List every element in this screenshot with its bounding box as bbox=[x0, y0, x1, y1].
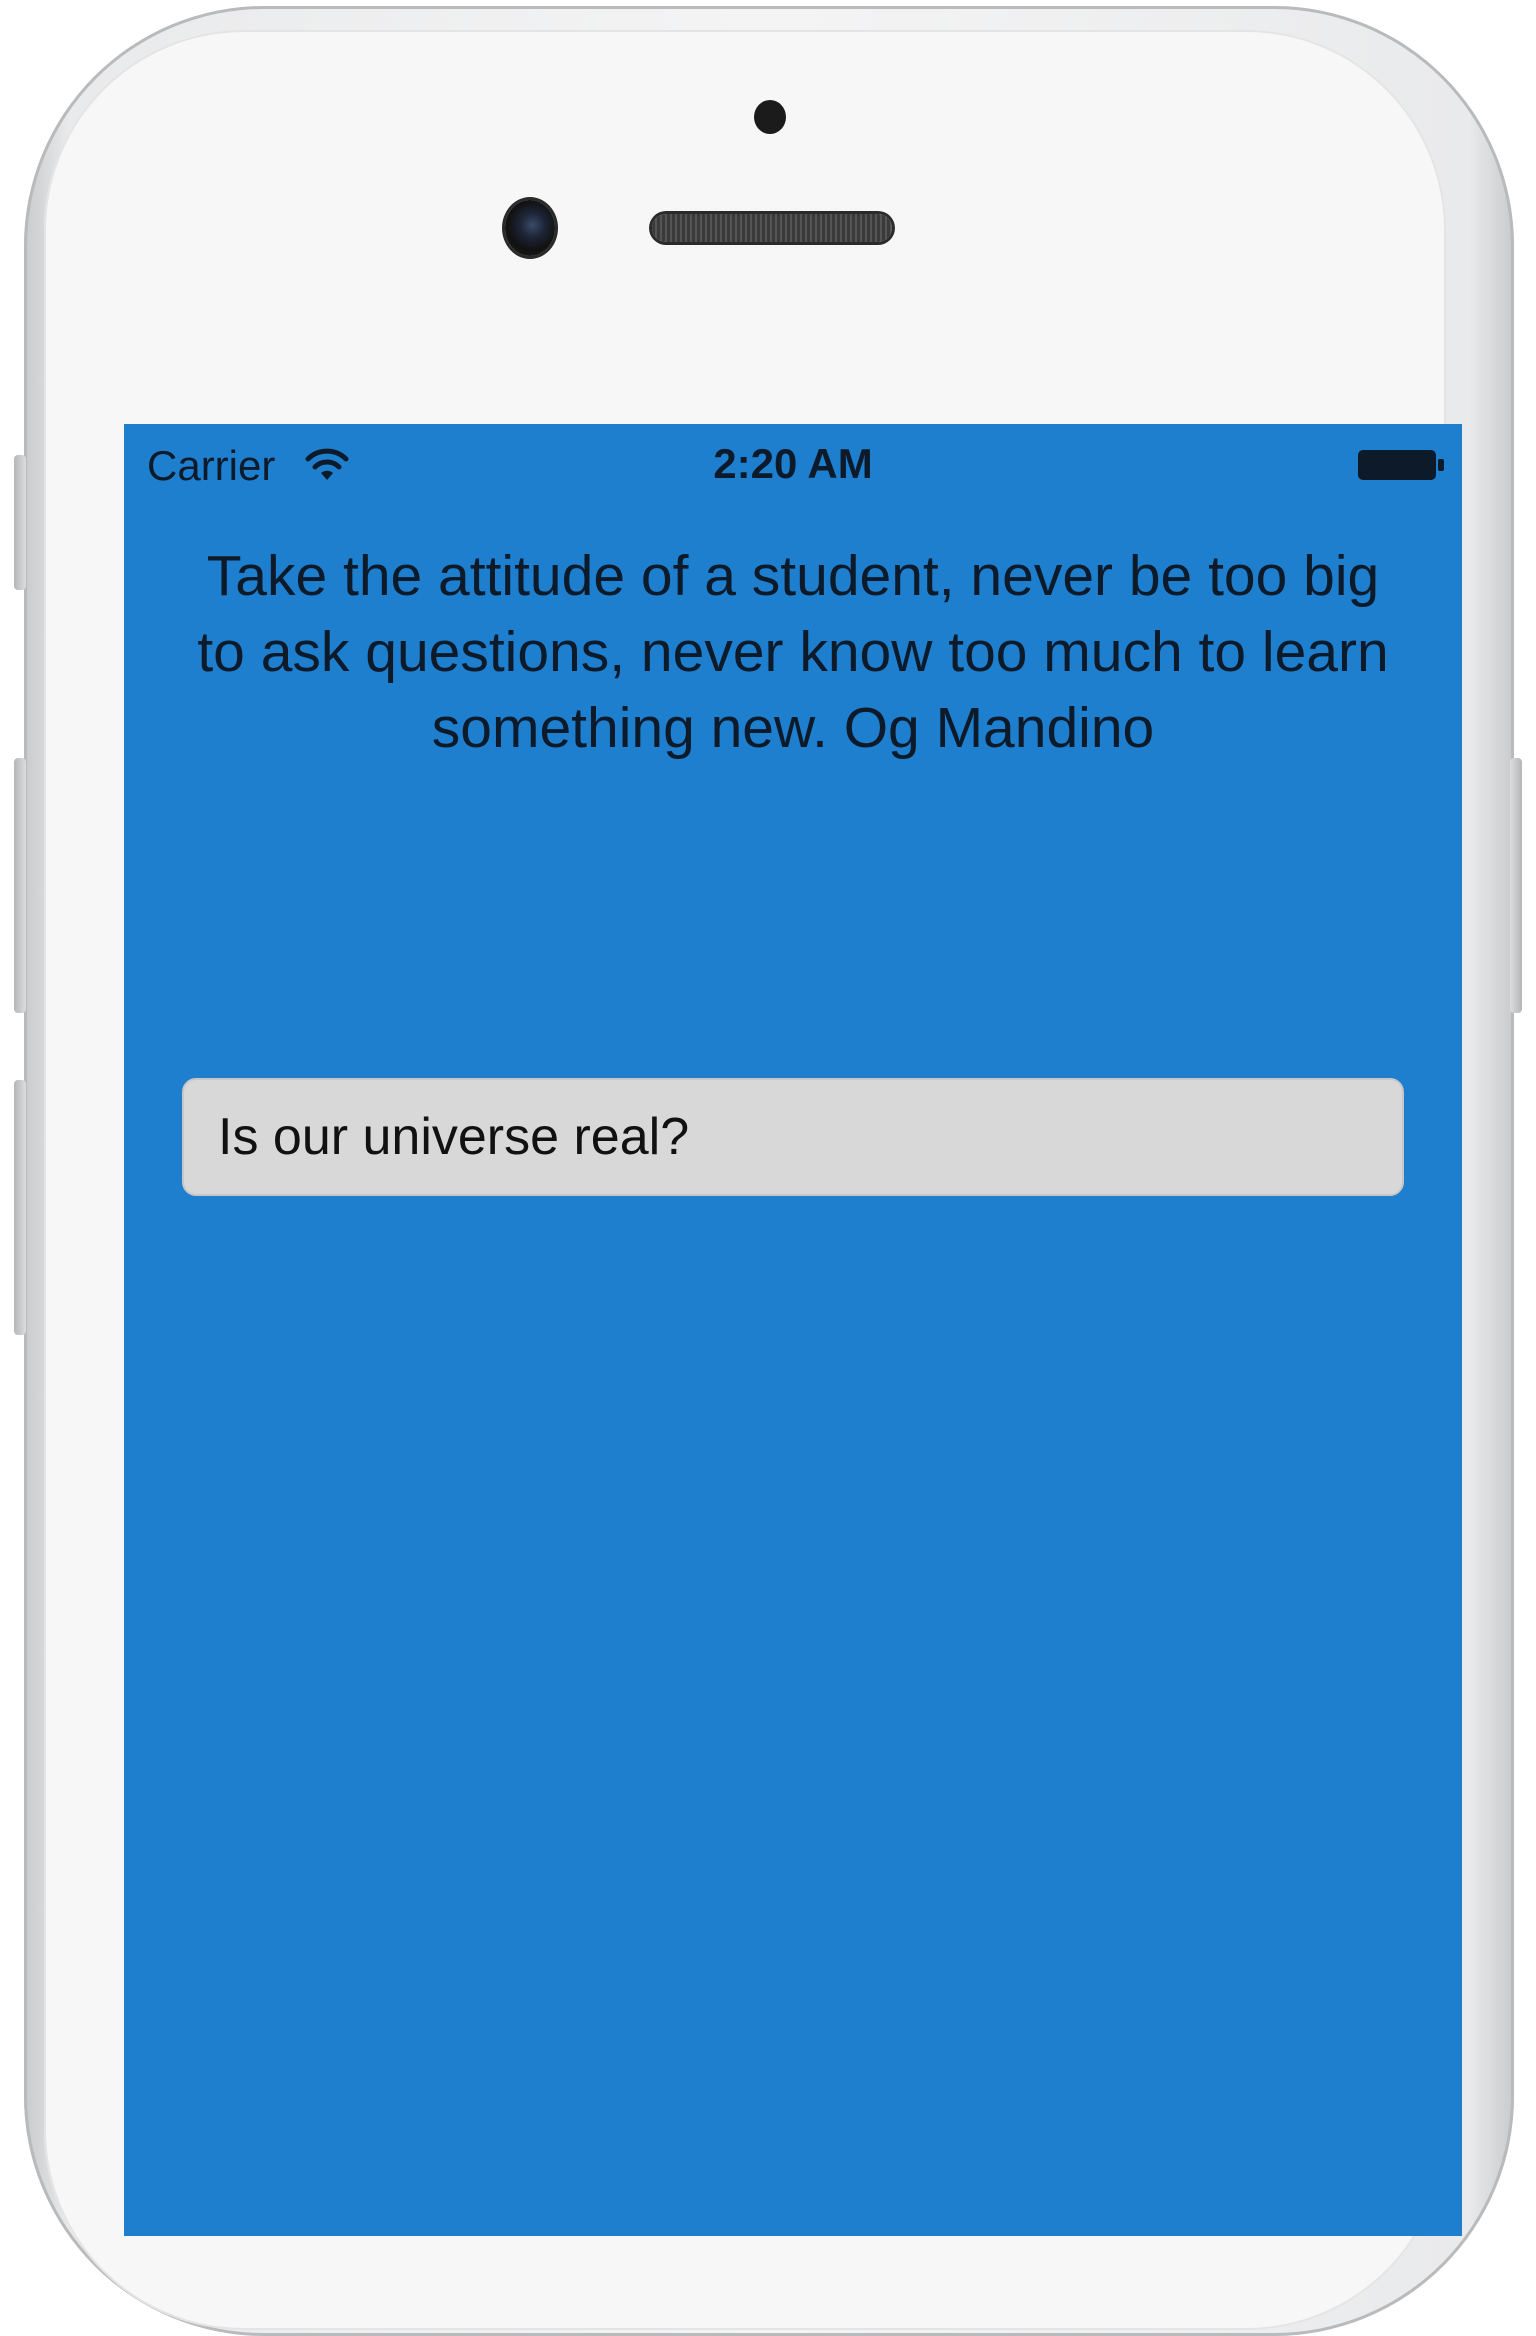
app-screen: Carrier 2:20 AM Take the attitude of a s… bbox=[124, 424, 1462, 2236]
question-input[interactable] bbox=[182, 1078, 1404, 1196]
proximity-sensor bbox=[754, 100, 786, 134]
power-button bbox=[1510, 758, 1522, 1013]
quote-text: Take the attitude of a student, never be… bbox=[197, 544, 1389, 760]
volume-down-button bbox=[14, 1080, 26, 1335]
earpiece-speaker bbox=[652, 214, 892, 242]
front-camera-icon bbox=[505, 200, 555, 256]
silent-switch bbox=[14, 455, 26, 590]
battery-icon bbox=[1358, 450, 1444, 480]
volume-up-button bbox=[14, 758, 26, 1013]
status-bar: Carrier 2:20 AM bbox=[124, 424, 1462, 504]
status-time: 2:20 AM bbox=[713, 440, 873, 487]
